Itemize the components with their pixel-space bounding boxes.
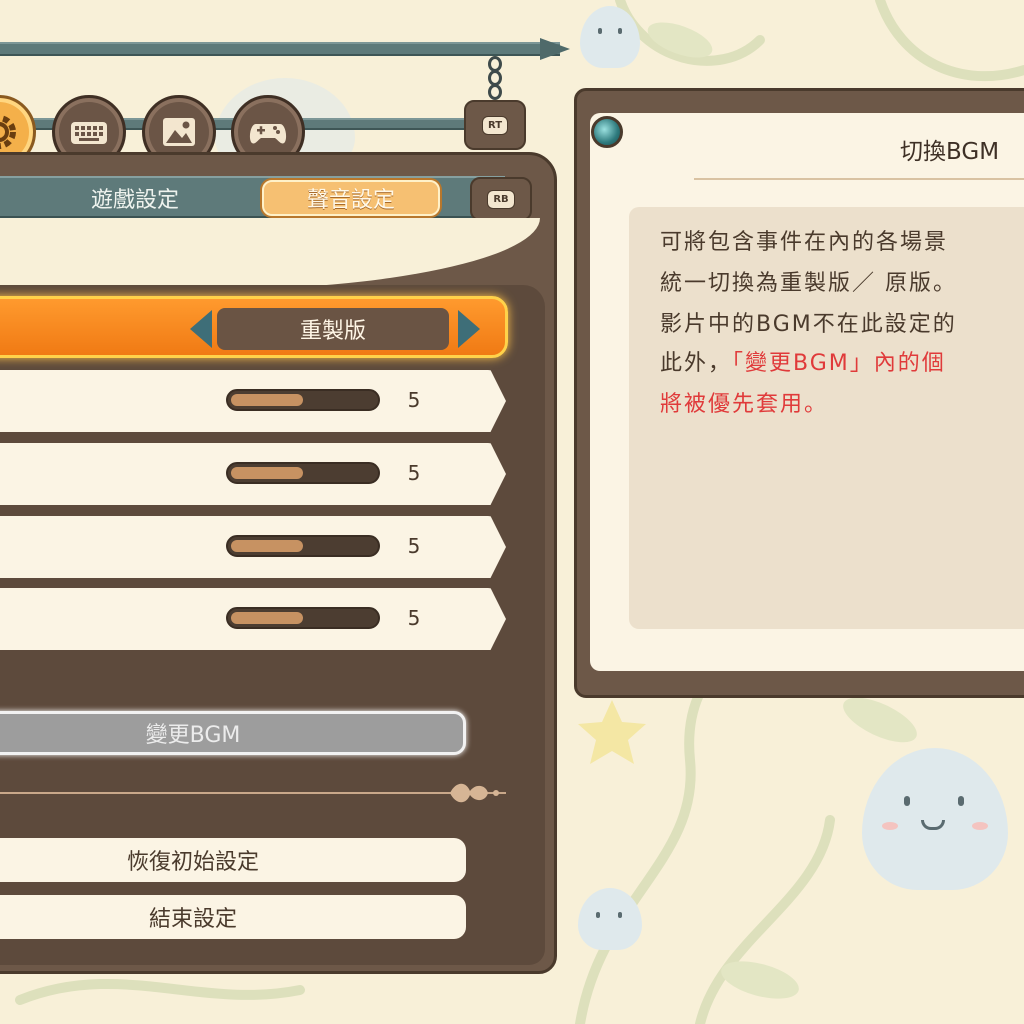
volume-value: 5 — [407, 534, 421, 558]
end-settings-button[interactable]: 結束設定 — [0, 895, 466, 939]
volume-slider[interactable] — [226, 535, 380, 557]
arrow-left-icon[interactable] — [190, 310, 212, 348]
volume-slider[interactable] — [226, 607, 380, 629]
volume-value: 5 — [407, 388, 421, 412]
slider-fill — [231, 612, 303, 624]
help-text-line: 可將包含事件在內的各場景 — [660, 230, 949, 255]
gear-icon — [0, 115, 16, 149]
help-title-divider — [694, 178, 1024, 180]
volume-value: 5 — [407, 461, 421, 485]
gem-icon — [591, 116, 623, 148]
volume-slider[interactable] — [226, 462, 380, 484]
slider-fill — [231, 540, 303, 552]
change-bgm-button[interactable]: 變更BGM — [0, 711, 466, 755]
slider-fill — [231, 394, 303, 406]
divider — [0, 792, 450, 794]
flower-ornament-icon — [438, 783, 506, 803]
volume-value: 5 — [407, 606, 421, 630]
help-text-line: 影片中的BGM不在此設定的 — [660, 312, 957, 337]
gamepad-icon — [249, 124, 287, 144]
tab-sound-settings[interactable]: 聲音設定 — [262, 180, 440, 216]
help-text-line: 此外，「變更BGM」內的個 — [660, 345, 946, 377]
help-text-line: 統一切換為重製版／ 原版。 — [660, 271, 957, 296]
reset-defaults-button[interactable]: 恢復初始設定 — [0, 838, 466, 882]
tab-game-settings[interactable]: 遊戲設定 — [40, 180, 230, 216]
rb-button[interactable]: RB — [470, 177, 532, 221]
volume-slider[interactable] — [226, 389, 380, 411]
top-rail — [0, 42, 560, 56]
chain-decoration — [486, 56, 504, 104]
bgm-version-value: 重製版 — [217, 308, 449, 350]
help-text-prefix: 此外， — [660, 351, 733, 376]
keyboard-icon — [71, 122, 107, 144]
image-icon — [163, 118, 195, 146]
arrow-right-icon[interactable] — [458, 310, 480, 348]
help-text-line: 將被優先套用。 — [660, 392, 829, 417]
rail-spear-tip — [540, 38, 570, 60]
help-title: 切換BGM — [900, 139, 1000, 165]
slider-fill — [231, 467, 303, 479]
rt-button[interactable]: RT — [464, 100, 526, 150]
help-text-highlight: 「變更BGM」內的個 — [732, 351, 946, 376]
